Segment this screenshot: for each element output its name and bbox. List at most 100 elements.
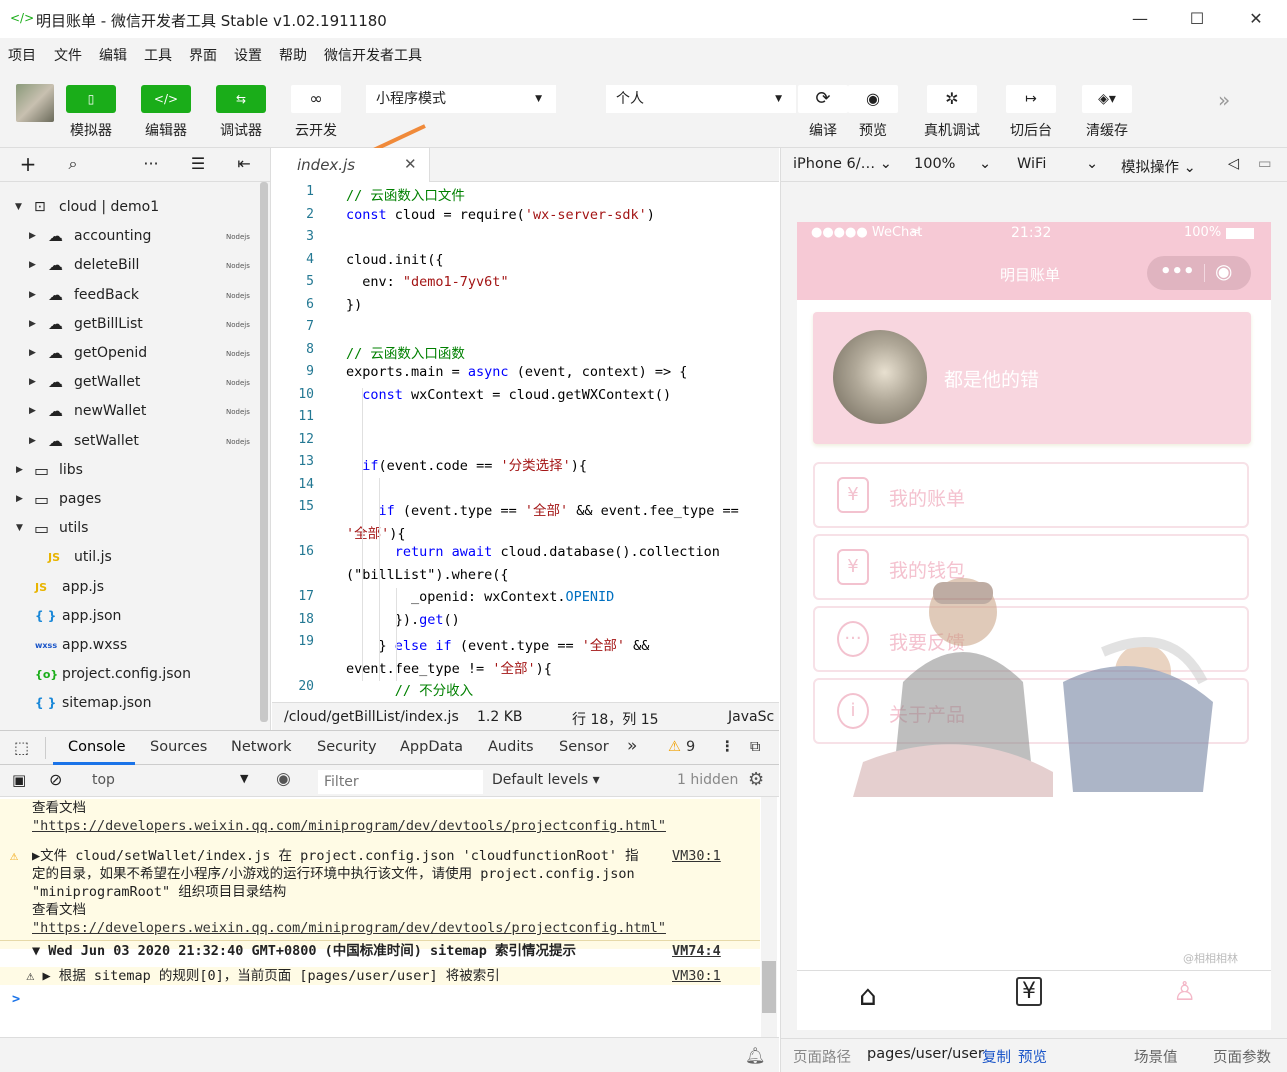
console-output[interactable]: 查看文档 "https://developers.weixin.qq.com/mi…: [0, 797, 760, 1037]
capsule-menu[interactable]: ••• ◉: [1147, 256, 1251, 290]
tree-function-feedBack[interactable]: ▶ ☁ feedBack Nodejs: [0, 281, 262, 310]
home-icon[interactable]: ⌂: [859, 979, 877, 1012]
network-select[interactable]: WiFi: [1017, 156, 1046, 172]
background-button[interactable]: ↦: [1006, 85, 1056, 113]
scene-button[interactable]: 场景值: [1134, 1046, 1178, 1067]
page-params-button[interactable]: 页面参数: [1213, 1046, 1271, 1067]
zoom-select[interactable]: 100%: [914, 156, 955, 172]
log-text[interactable]: "https://developers.weixin.qq.com/minipr…: [32, 920, 666, 936]
warning-count[interactable]: 9: [686, 739, 695, 755]
tree-folder-utils[interactable]: ▼ ▭ utils: [0, 514, 262, 543]
menu-view[interactable]: 界面: [189, 45, 217, 65]
tab-index-js[interactable]: index.js ✕: [272, 148, 430, 182]
menu-project[interactable]: 项目: [8, 45, 36, 65]
bill-icon[interactable]: ¥: [1016, 977, 1042, 1006]
debugger-button[interactable]: ⇆: [216, 85, 266, 113]
log-source-link[interactable]: VM74:4: [672, 942, 721, 960]
console-filter-input[interactable]: [318, 770, 483, 794]
copy-link[interactable]: 复制: [982, 1046, 1011, 1067]
tree-function-newWallet[interactable]: ▶ ☁ newWallet Nodejs: [0, 397, 262, 426]
menu-edit[interactable]: 编辑: [99, 45, 127, 65]
close-tab-icon[interactable]: ✕: [404, 155, 417, 173]
search-icon[interactable]: ⌕: [61, 154, 85, 174]
volume-icon[interactable]: ◁: [1228, 156, 1239, 172]
sidebar-toggle-icon[interactable]: ▣: [12, 771, 26, 789]
status-position[interactable]: 行 18，列 15: [572, 709, 659, 729]
clear-console-icon[interactable]: ⊘: [49, 770, 62, 789]
tree-function-getWallet[interactable]: ▶ ☁ getWallet Nodejs: [0, 368, 262, 397]
console-scrollbar[interactable]: [761, 797, 777, 1037]
mode-select[interactable]: 小程序模式 ▼: [366, 85, 556, 113]
menu-file[interactable]: 文件: [54, 45, 82, 65]
remote-debug-button[interactable]: ✲: [927, 85, 977, 113]
tab-console[interactable]: Console: [68, 739, 126, 755]
tab-network[interactable]: Network: [231, 739, 292, 755]
more-icon[interactable]: ···: [139, 154, 163, 173]
tree-root[interactable]: ▼ ⊡ cloud | demo1: [0, 193, 262, 222]
outline-icon[interactable]: ☰: [186, 154, 210, 173]
menu-settings[interactable]: 设置: [234, 45, 262, 65]
sim-scrollbar[interactable]: [1275, 222, 1287, 1030]
preview-link[interactable]: 预览: [1018, 1046, 1047, 1067]
tab-sources[interactable]: Sources: [150, 739, 207, 755]
tree-function-getBillList[interactable]: ▶ ☁ getBillList Nodejs: [0, 310, 262, 339]
editor-button[interactable]: </>: [141, 85, 191, 113]
collapse-icon[interactable]: ⇤: [232, 154, 256, 173]
sidebar-scrollbar[interactable]: [260, 182, 268, 722]
maximize-icon[interactable]: ☐: [1174, 6, 1220, 32]
tree-function-setWallet[interactable]: ▶ ☁ setWallet Nodejs: [0, 427, 262, 456]
tree-function-accounting[interactable]: ▶ ☁ accounting Nodejs: [0, 222, 262, 251]
console-prompt[interactable]: >: [12, 991, 20, 1007]
dock-icon[interactable]: ⧉: [750, 739, 760, 755]
close-icon[interactable]: ✕: [1233, 6, 1279, 32]
minimize-icon[interactable]: —: [1117, 6, 1163, 32]
user-icon[interactable]: ♙: [1173, 977, 1196, 1007]
tree-file-app-js[interactable]: JS app.js: [0, 573, 262, 602]
screen-icon[interactable]: ▭: [1258, 156, 1272, 172]
tab-audits[interactable]: Audits: [488, 739, 534, 755]
chevron-down-icon[interactable]: ⌄: [979, 156, 991, 172]
chevron-down-icon[interactable]: ⌄: [1086, 156, 1098, 172]
menu-help[interactable]: 帮助: [279, 45, 307, 65]
more-icon[interactable]: •••: [1160, 261, 1195, 282]
log-text[interactable]: "https://developers.weixin.qq.com/minipr…: [32, 818, 666, 834]
ops-select[interactable]: 模拟操作 ⌄: [1121, 156, 1196, 177]
tree-file-sitemap-json[interactable]: { } sitemap.json: [0, 689, 262, 718]
kebab-menu-icon[interactable]: ⋮: [720, 739, 735, 755]
tab-sensor[interactable]: Sensor: [559, 739, 609, 755]
clear-cache-button[interactable]: ◈▾: [1082, 85, 1132, 113]
menu-wechat-devtools[interactable]: 微信开发者工具: [324, 45, 422, 65]
expand-toolbar-icon[interactable]: »: [1218, 88, 1230, 112]
tree-function-deleteBill[interactable]: ▶ ☁ deleteBill Nodejs: [0, 251, 262, 280]
tree-folder-pages[interactable]: ▶ ▭ pages: [0, 485, 262, 514]
context-select[interactable]: top ▼: [84, 769, 264, 793]
add-icon[interactable]: +: [16, 152, 40, 176]
preview-button[interactable]: ◉: [848, 85, 898, 113]
log-source-link[interactable]: VM30:1: [672, 847, 721, 865]
console-scroll-thumb[interactable]: [762, 961, 776, 1013]
tree-function-getOpenid[interactable]: ▶ ☁ getOpenid Nodejs: [0, 339, 262, 368]
inspect-icon[interactable]: ⬚: [14, 738, 29, 757]
gear-icon[interactable]: ⚙: [748, 769, 764, 790]
eye-icon[interactable]: ◉: [276, 769, 291, 789]
avatar[interactable]: [16, 84, 54, 122]
close-mini-icon[interactable]: ◉: [1215, 259, 1232, 283]
tab-appdata[interactable]: AppData: [400, 739, 463, 755]
cloud-button[interactable]: ∞: [291, 85, 341, 113]
device-select[interactable]: iPhone 6/… ⌄: [793, 156, 892, 172]
tab-security[interactable]: Security: [317, 739, 377, 755]
levels-select[interactable]: Default levels ▾: [492, 772, 600, 788]
menu-card-0[interactable]: ¥ 我的账单: [813, 462, 1249, 528]
log-source-link[interactable]: VM30:1: [672, 967, 721, 985]
menu-tools[interactable]: 工具: [144, 45, 172, 65]
status-language[interactable]: JavaSc: [728, 709, 774, 725]
tree-file-app-wxss[interactable]: wxss app.wxss: [0, 631, 262, 660]
tree-file-project-config-json[interactable]: {o} project.config.json: [0, 660, 262, 689]
more-tabs-icon[interactable]: »: [627, 736, 637, 756]
compile-button[interactable]: ⟳: [798, 85, 848, 113]
profile-card[interactable]: 都是他的错: [813, 312, 1251, 444]
simulator-button[interactable]: ▯: [66, 85, 116, 113]
tree-folder-libs[interactable]: ▶ ▭ libs: [0, 456, 262, 485]
tree-file-util[interactable]: JS util.js: [0, 543, 262, 572]
account-select[interactable]: 个人 ▼: [606, 85, 796, 113]
